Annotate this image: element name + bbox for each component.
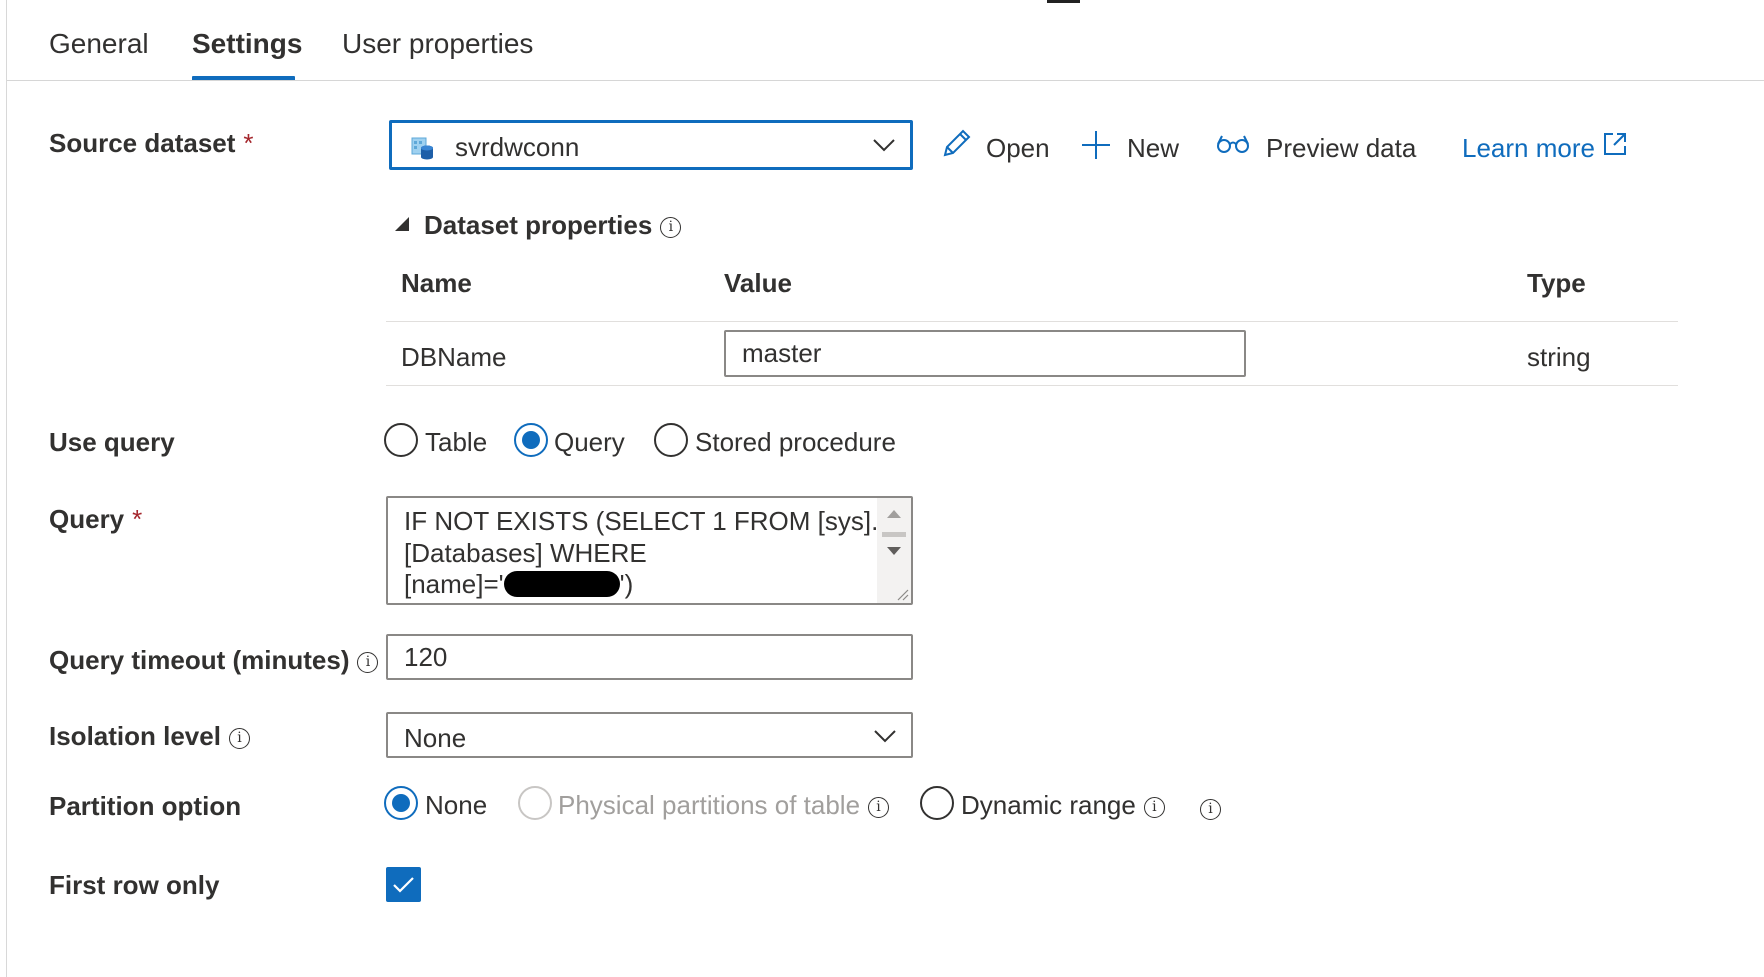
info-icon[interactable]: i xyxy=(1143,797,1165,818)
tab-divider xyxy=(7,80,1764,81)
learn-more-link[interactable]: Learn more xyxy=(1462,133,1626,164)
query-timeout-label: Query timeout (minutes) i xyxy=(49,645,379,676)
query-label: Query * xyxy=(49,504,142,535)
query-timeout-input[interactable] xyxy=(386,634,913,680)
property-value-input[interactable] xyxy=(724,330,1246,377)
learn-more-label: Learn more xyxy=(1462,133,1595,163)
info-icon[interactable]: i xyxy=(868,797,890,818)
glasses-icon xyxy=(1217,135,1249,153)
radio-stored-procedure[interactable] xyxy=(654,423,688,457)
radio-table-label[interactable]: Table xyxy=(425,427,487,458)
panel-resize-handle[interactable] xyxy=(1047,0,1080,3)
required-marker: * xyxy=(132,504,143,534)
source-dataset-select[interactable]: svrdwconn xyxy=(389,120,913,170)
radio-partition-none[interactable] xyxy=(384,786,418,820)
query-scrollbar[interactable] xyxy=(877,498,911,603)
preview-data-button[interactable]: Preview data xyxy=(1215,133,1416,164)
query-label-text: Query xyxy=(49,504,125,534)
open-button[interactable]: Open xyxy=(940,129,1050,164)
info-icon[interactable]: i xyxy=(660,217,682,238)
source-dataset-label: Source dataset * xyxy=(49,128,254,159)
query-line-3-start: [name]=' xyxy=(404,569,504,599)
chevron-down-icon xyxy=(873,139,895,152)
radio-stored-procedure-label[interactable]: Stored procedure xyxy=(695,427,896,458)
radio-table[interactable] xyxy=(384,423,418,457)
checkmark-icon xyxy=(393,877,414,893)
preview-data-label: Preview data xyxy=(1266,133,1417,163)
pencil-icon xyxy=(943,129,971,157)
property-name-cell: DBName xyxy=(401,342,507,372)
use-query-label: Use query xyxy=(49,427,175,457)
tab-user-properties[interactable]: User properties xyxy=(342,28,533,60)
column-header-type: Type xyxy=(1527,268,1586,298)
collapse-caret-icon[interactable] xyxy=(393,216,411,232)
panel-left-border xyxy=(6,0,7,977)
first-row-only-checkbox[interactable] xyxy=(386,867,421,902)
column-header-value: Value xyxy=(724,268,792,298)
redacted-text xyxy=(503,571,620,597)
radio-query[interactable] xyxy=(514,423,548,457)
first-row-only-label: First row only xyxy=(49,870,220,900)
info-icon[interactable]: i xyxy=(228,728,250,749)
isolation-level-value: None xyxy=(404,723,467,753)
query-line-1: IF NOT EXISTS (SELECT 1 FROM [sys]. xyxy=(404,506,879,536)
query-timeout-label-text: Query timeout (minutes) xyxy=(49,645,350,675)
partition-option-label: Partition option xyxy=(49,791,242,821)
table-row-divider xyxy=(386,385,1678,386)
query-line-3: [name]=' ') xyxy=(404,569,633,600)
scroll-down-icon[interactable] xyxy=(886,546,902,556)
scrollbar-thumb[interactable] xyxy=(882,532,906,537)
radio-dynamic-range-label[interactable]: Dynamic range i xyxy=(961,790,1165,821)
required-marker: * xyxy=(243,128,254,158)
radio-dynamic-range-label-text: Dynamic range xyxy=(961,790,1136,820)
dataset-properties-title-text: Dataset properties xyxy=(424,210,653,240)
isolation-level-select[interactable]: None xyxy=(386,712,913,758)
query-line-3-end: ') xyxy=(619,569,634,599)
radio-dynamic-range[interactable] xyxy=(920,786,954,820)
source-dataset-label-text: Source dataset xyxy=(49,128,236,158)
column-header-name: Name xyxy=(401,268,472,298)
radio-partition-none-label[interactable]: None xyxy=(425,790,487,821)
info-icon[interactable]: i xyxy=(1200,799,1221,820)
query-textarea[interactable]: IF NOT EXISTS (SELECT 1 FROM [sys]. [Dat… xyxy=(386,496,913,605)
radio-physical-partitions xyxy=(518,786,552,820)
external-link-icon xyxy=(1604,133,1626,155)
dataset-properties-title: Dataset properties i xyxy=(424,210,682,241)
tab-general[interactable]: General xyxy=(49,28,149,60)
chevron-down-icon xyxy=(874,730,896,743)
new-button[interactable]: New xyxy=(1080,131,1180,164)
plus-icon xyxy=(1082,131,1110,159)
sql-database-icon xyxy=(411,134,435,165)
isolation-level-label-text: Isolation level xyxy=(49,721,221,751)
scroll-up-icon[interactable] xyxy=(886,509,902,519)
open-button-label: Open xyxy=(986,133,1050,163)
new-button-label: New xyxy=(1127,133,1180,163)
isolation-level-label: Isolation level i xyxy=(49,721,250,752)
table-row-divider xyxy=(386,321,1678,322)
query-line-2: [Databases] WHERE xyxy=(404,538,647,568)
radio-query-label[interactable]: Query xyxy=(554,427,625,458)
source-dataset-value: svrdwconn xyxy=(455,132,580,162)
info-icon[interactable]: i xyxy=(357,652,379,673)
radio-physical-partitions-label: Physical partitions of table i xyxy=(558,790,890,821)
resize-grip-icon[interactable] xyxy=(895,587,909,601)
property-type-cell: string xyxy=(1527,342,1591,372)
radio-physical-partitions-label-text: Physical partitions of table xyxy=(558,790,861,820)
tab-settings[interactable]: Settings xyxy=(192,28,302,60)
